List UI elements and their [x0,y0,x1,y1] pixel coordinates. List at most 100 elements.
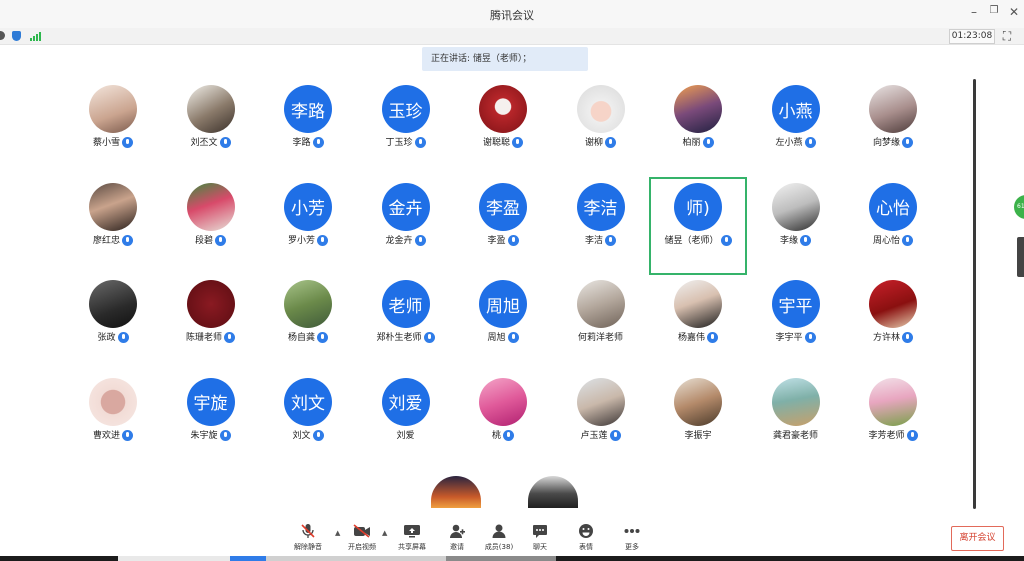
participant-name-row: 杨自龚 [259,330,357,343]
participant-tile[interactable]: 廖红忠 [64,177,162,275]
participant-tile[interactable]: 桃 [454,372,552,470]
participant-name-row: 方许林 [844,330,942,343]
participant-name-row: 柏丽 [649,135,747,148]
participant-tile[interactable]: 李芳老师 [844,372,942,470]
participant-tile[interactable]: 段碧 [162,177,260,275]
participant-tile-active-speaker[interactable]: 师) 储昱（老师） [649,176,747,275]
partial-avatar[interactable] [431,476,481,508]
members-button[interactable]: 成员(38) [479,523,519,552]
participant-tile[interactable]: 李路 李路 [259,79,357,177]
side-panel-handle[interactable] [1017,237,1024,277]
minimize-icon[interactable]: – [965,5,983,19]
side-badge[interactable]: 61 [1014,195,1024,219]
participant-tile[interactable]: 刘爱 刘爱 [357,372,455,470]
mic-icon [414,234,426,246]
participant-tile[interactable]: 张政 [64,274,162,372]
participant-tile[interactable]: 杨嘉伟 [649,274,747,372]
mic-icon [215,234,226,246]
screen-share-icon [392,523,432,539]
avatar: 周旭 [479,280,527,328]
participant-tile[interactable]: 小芳 罗小芳 [259,177,357,275]
participant-name: 卢玉莲 [580,430,608,441]
participant-tile[interactable]: 玉珍丁玉珍 [357,79,455,177]
mic-icon [219,137,231,148]
signal-icon[interactable] [30,32,42,41]
participant-tile[interactable]: 李洁 李洁 [552,177,650,275]
participant-tile[interactable]: 蔡小雪 [64,79,162,177]
share-screen-button[interactable]: 共享屏幕 [392,523,432,552]
participant-tile[interactable]: 心怡 周心怡 [844,177,942,275]
participant-tile[interactable]: 李缘 [747,177,845,275]
participant-tile[interactable]: 杨自龚 [259,274,357,372]
participant-tile[interactable]: 小燕左小燕 [747,79,845,177]
participant-name: 左小燕 [775,138,803,148]
participant-tile[interactable]: 曹欢进 [64,372,162,470]
leave-meeting-button[interactable]: 离开会议 [951,526,1004,551]
avatar: 刘文 [284,377,332,426]
participant-tile[interactable]: 何莉洋老师 [552,274,650,372]
members-icon [479,523,519,539]
participant-tile[interactable]: 谢聪聪 [454,79,552,177]
video-options-caret[interactable]: ▲ [382,529,387,537]
avatar: 老师 [381,280,430,328]
participant-tile[interactable]: 方许林 [844,274,942,372]
avatar [869,377,917,426]
participant-tile[interactable]: 老师郑朴生老师 [357,274,455,372]
fullscreen-icon[interactable]: ⛶ [1000,29,1014,43]
restore-icon[interactable]: ❐ [985,5,1003,16]
emoji-button[interactable]: 表情 [566,523,606,552]
close-icon[interactable]: ✕ [1005,5,1023,19]
mic-icon [423,332,435,343]
mic-icon [507,332,519,343]
participant-tile[interactable]: 柏丽 [649,79,747,177]
participant-tile[interactable]: 刘丕文 [162,79,260,177]
participant-tile[interactable]: 宇旋 朱宇旋 [162,372,260,470]
participant-name: 柏丽 [682,138,701,148]
avatar: 玉珍 [381,85,430,133]
participant-name: 丁玉珍 [385,138,413,148]
chat-button[interactable]: 聊天 [520,523,560,552]
avatar [186,280,235,328]
participant-tile[interactable]: 向梦缘 [844,79,942,177]
avatar [576,85,625,133]
title-bar: 腾讯会议 – ❐ ✕ [0,0,1024,28]
shield-icon[interactable] [12,31,21,41]
participant-name: 李洁 [584,235,603,246]
participant-tile[interactable]: 李盈 李盈 [454,177,552,275]
avatar: 李洁 [576,182,625,231]
video-button[interactable]: 开启视频 [342,523,382,552]
participant-tile[interactable]: 龚君豪老师 [747,372,845,470]
participant-tile[interactable]: 金卉 龙金卉 [357,177,455,275]
speaking-label: 正在讲话: [431,54,471,64]
mic-icon [503,429,514,441]
participant-name: 李盈 [487,235,506,246]
more-button[interactable]: 更多 [612,523,652,552]
participant-name: 罗小芳 [287,235,315,246]
participant-tile[interactable]: 宇平 李宇平 [747,274,845,372]
partial-avatar[interactable] [528,476,578,508]
emoji-label: 表情 [579,543,593,551]
participant-tile[interactable]: 刘文 刘文 [259,372,357,470]
mute-button[interactable]: 解除静音 [288,523,328,552]
participant-tile[interactable]: 陈珊老师 [162,274,260,372]
record-icon[interactable] [0,31,5,40]
mic-icon [800,234,811,246]
scrollbar[interactable] [973,79,976,509]
avatar: 师) [674,182,722,231]
invite-button[interactable]: 邀请 [437,523,477,552]
participant-name: 郑朴生老师 [376,333,422,343]
participant-tile[interactable]: 卢玉莲 [552,372,650,470]
participant-name-row: 李缘 [747,233,845,246]
avatar [576,377,625,426]
participant-tile[interactable]: 谢柳 [552,79,650,177]
participant-name: 李芳老师 [868,430,905,441]
participant-name: 李缘 [779,235,798,246]
participant-tile[interactable]: 李振宇 [649,372,747,470]
participant-tile[interactable]: 周旭 周旭 [454,274,552,372]
mute-options-caret[interactable]: ▲ [335,529,340,537]
participant-name-row: 刘文 [259,428,357,441]
participant-name: 储昱（老师） [664,235,719,246]
avatar: 小燕 [771,85,820,133]
participant-name: 谢柳 [584,138,603,148]
participant-name-row: 郑朴生老师 [357,330,455,343]
